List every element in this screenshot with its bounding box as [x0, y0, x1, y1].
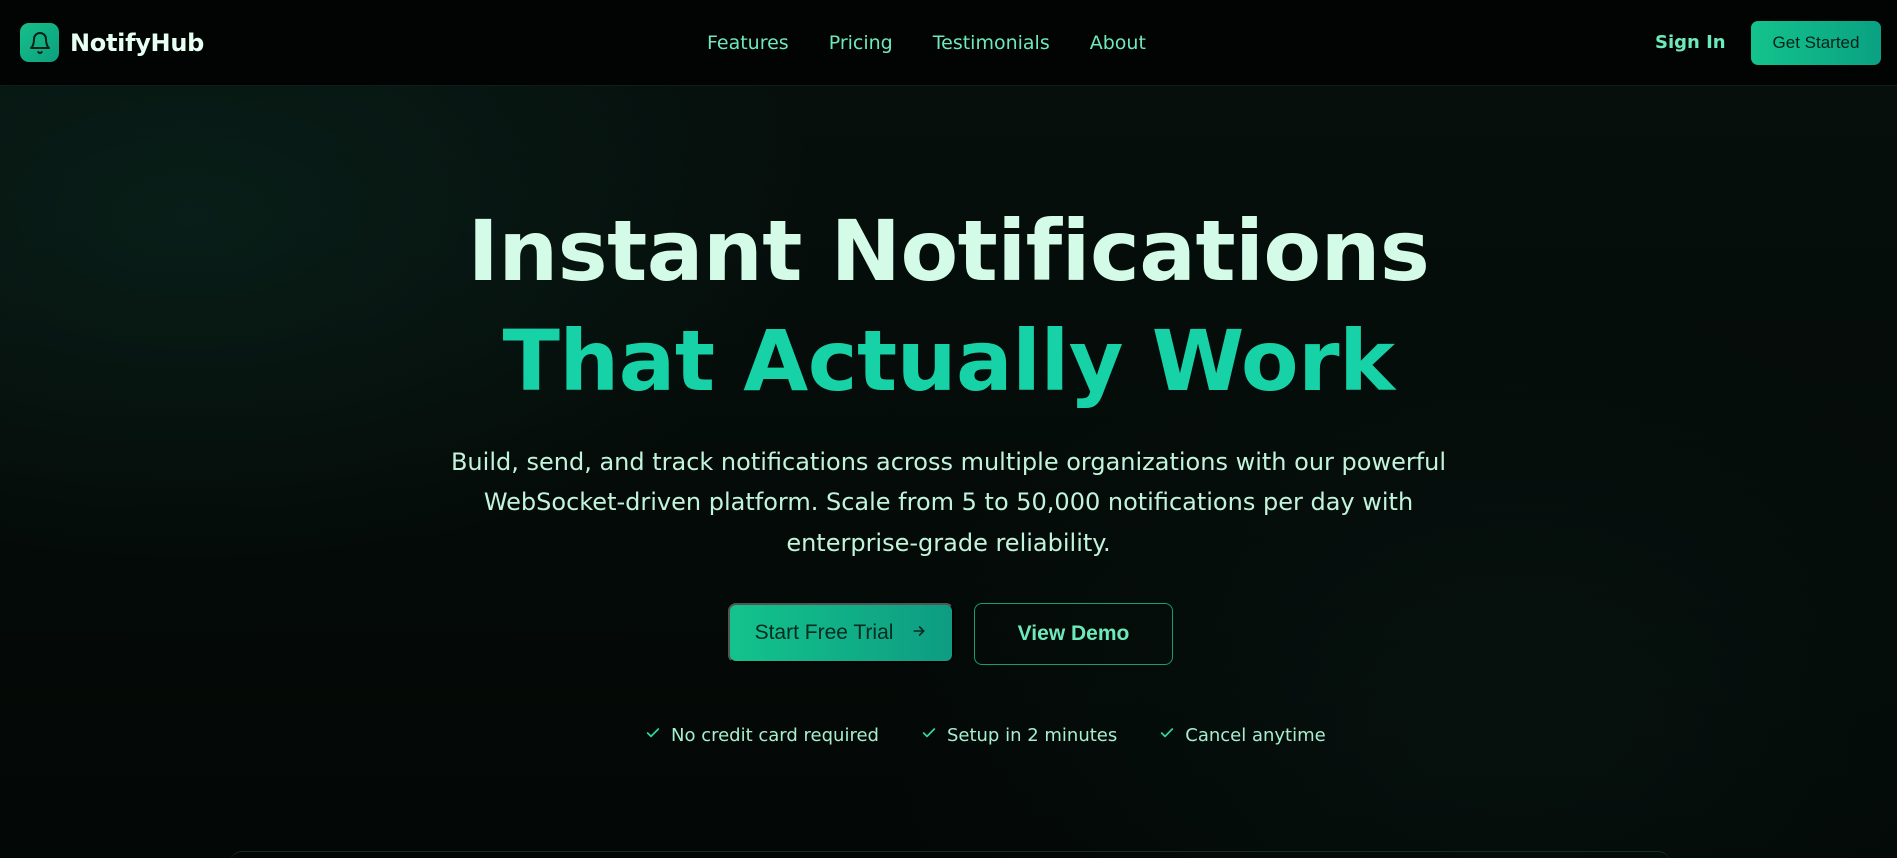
top-nav-bar: NotifyHub Features Pricing Testimonials …: [0, 0, 1897, 86]
perk-label: Cancel anytime: [1185, 725, 1326, 746]
nav-link-features[interactable]: Features: [707, 30, 789, 56]
perk-label: Setup in 2 minutes: [946, 725, 1118, 746]
hero-subtitle-line-1: Build, send, and track notifications acr…: [450, 448, 1447, 476]
hero-subtitle-line-2: WebSocket-driven platform. Scale from 5 …: [483, 488, 1414, 516]
perk-item: Setup in 2 minutes: [921, 725, 1117, 746]
check-icon: [645, 725, 661, 746]
perk-label: No credit card required: [671, 725, 879, 746]
start-free-trial-button[interactable]: Start Free Trial: [728, 603, 954, 663]
perk-item: No credit card required: [645, 725, 879, 746]
preview-card-edge: [230, 851, 1670, 858]
nav-link-about[interactable]: About: [1090, 30, 1146, 56]
nav-link-pricing[interactable]: Pricing: [829, 30, 893, 56]
hero-section: Instant Notifications That Actually Work…: [0, 86, 1897, 858]
check-icon: [1159, 725, 1175, 746]
start-free-trial-label: Start Free Trial: [754, 621, 894, 644]
brand-name: NotifyHub: [70, 28, 205, 57]
check-icon: [921, 725, 937, 746]
bell-icon: [20, 23, 59, 62]
nav-link-testimonials[interactable]: Testimonials: [933, 30, 1050, 56]
sign-in-link[interactable]: Sign In: [1655, 31, 1726, 55]
perk-list: No credit card required Setup in 2 minut…: [645, 725, 1368, 746]
hero-title-line-2: That Actually Work: [502, 312, 1395, 410]
brand-logo[interactable]: NotifyHub: [20, 23, 204, 62]
get-started-button[interactable]: Get Started: [1751, 21, 1881, 65]
hero-subtitle-line-3: enterprise-grade reliability.: [786, 529, 1111, 557]
perk-item: Cancel anytime: [1159, 725, 1326, 746]
view-demo-button[interactable]: View Demo: [974, 603, 1173, 665]
main-nav: Features Pricing Testimonials About: [707, 30, 1186, 56]
arrow-right-icon: [911, 623, 927, 644]
hero-title-line-1: Instant Notifications: [467, 202, 1430, 300]
